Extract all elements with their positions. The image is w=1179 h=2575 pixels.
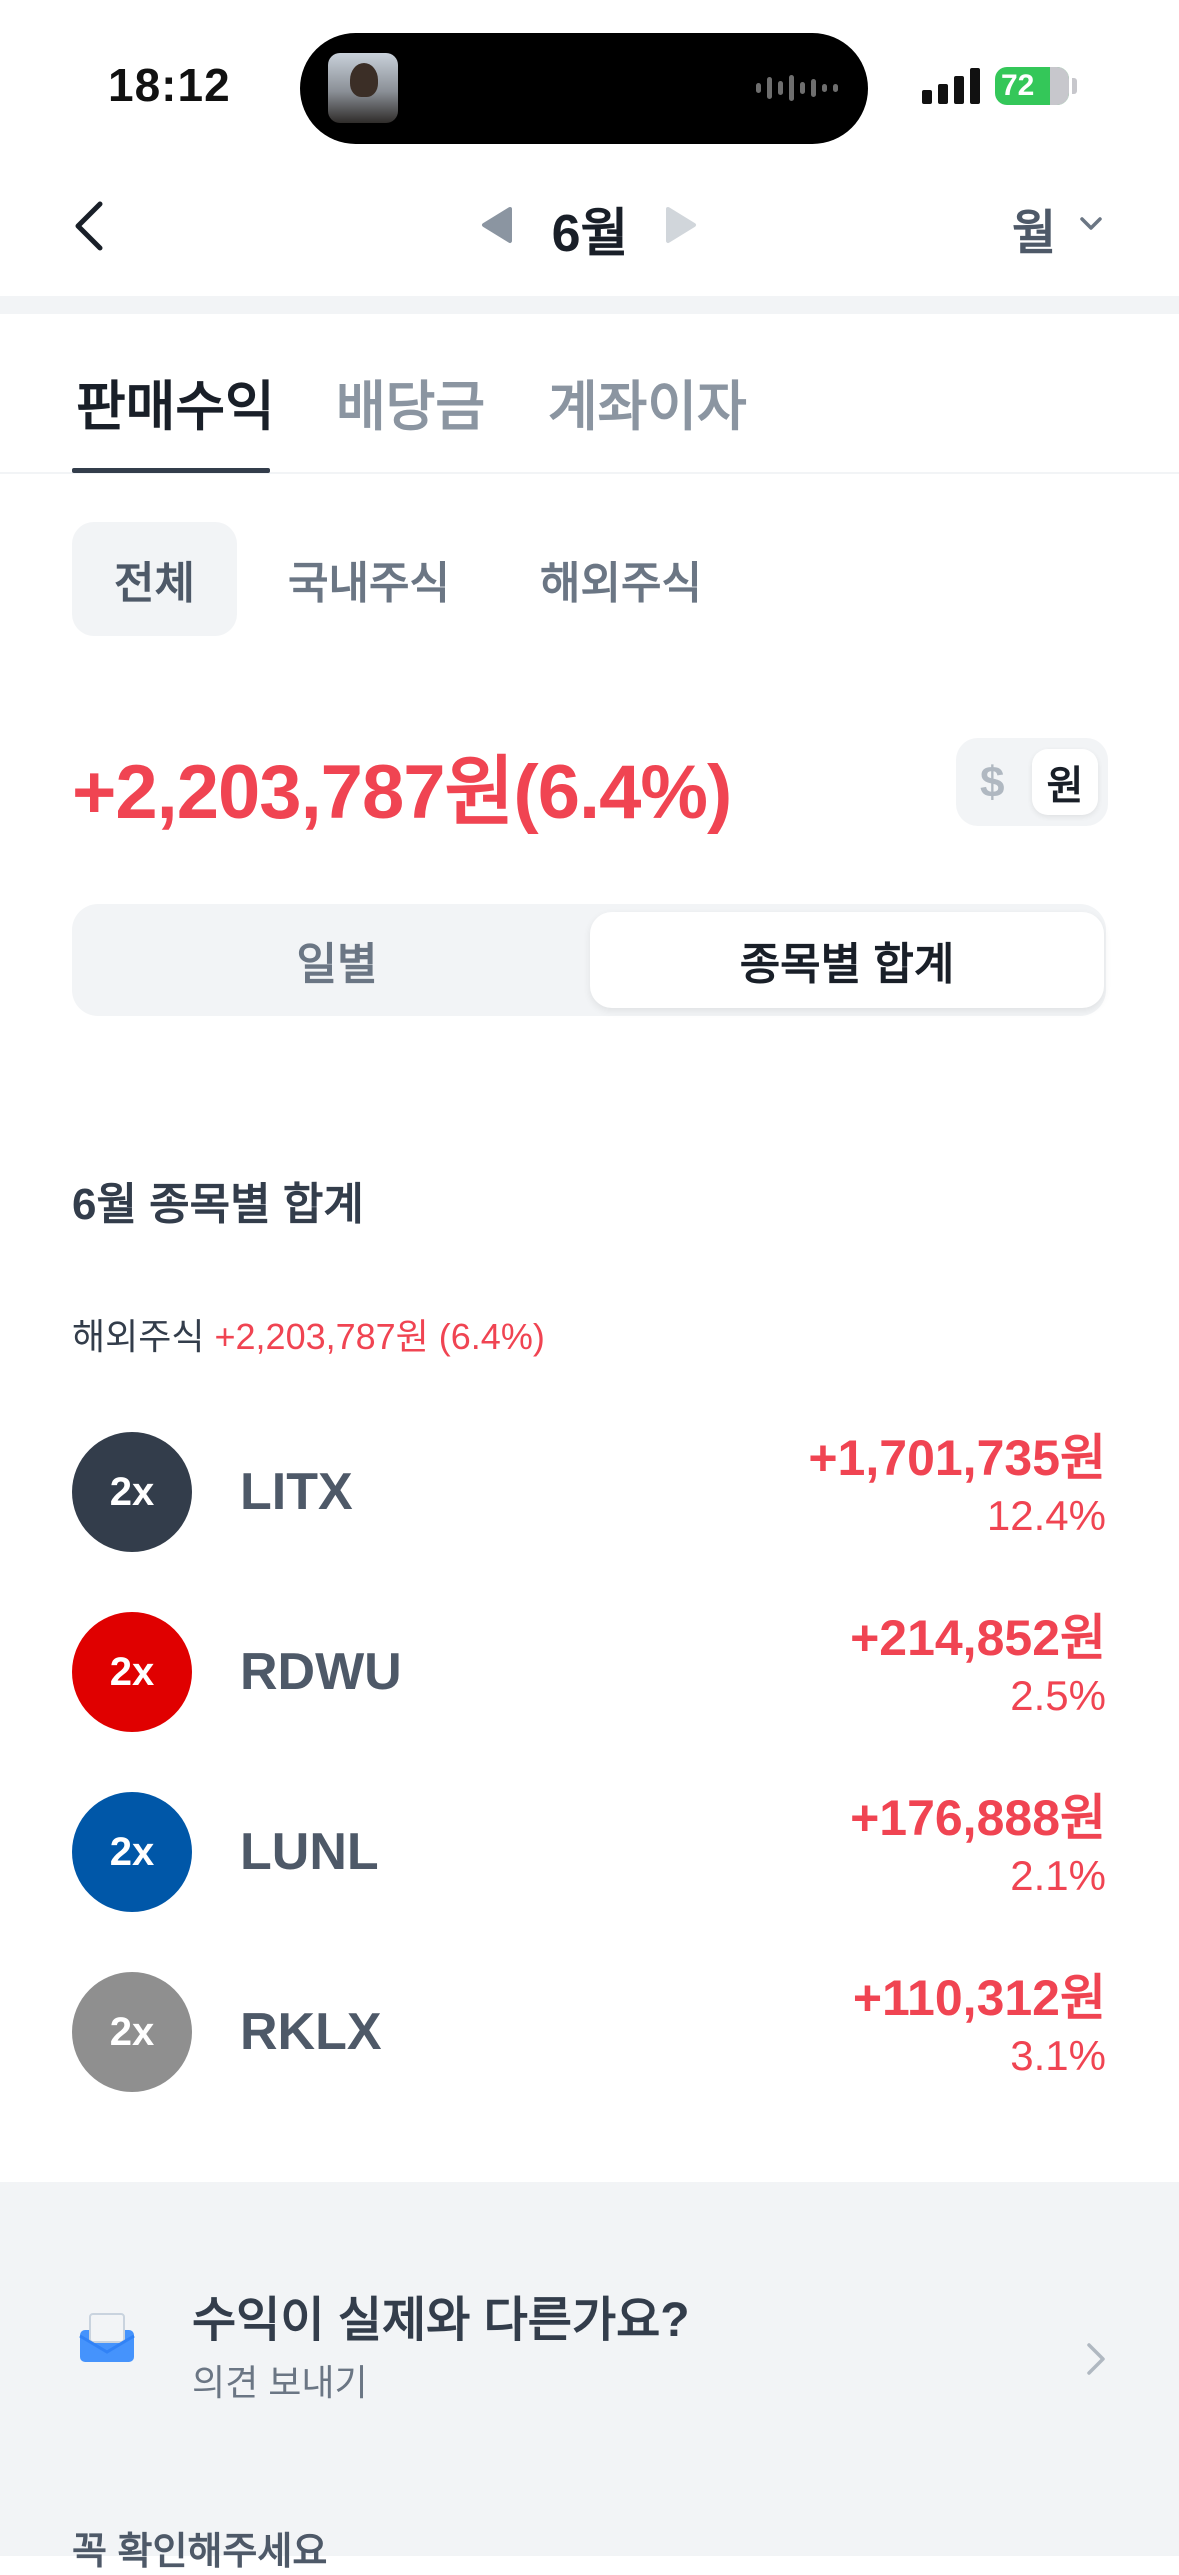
feedback-title: 수익이 실제와 다른가요? bbox=[192, 2294, 690, 2347]
back-button[interactable] bbox=[62, 196, 122, 256]
next-month-button[interactable] bbox=[664, 205, 700, 245]
triangle-left-icon bbox=[482, 207, 512, 243]
stock-profit-percent: 2.5% bbox=[1010, 1672, 1106, 1719]
leverage-badge: 2x bbox=[72, 1792, 192, 1912]
view-toggle: 일별 종목별 합계 bbox=[72, 904, 1106, 1016]
stock-row[interactable]: 2x LITX +1,701,735원 12.4% bbox=[72, 1418, 1106, 1568]
stock-ticker: LUNL bbox=[240, 1823, 379, 1881]
leverage-badge: 2x bbox=[72, 1612, 192, 1732]
now-playing-thumbnail bbox=[328, 53, 398, 123]
chevron-right-icon bbox=[1087, 2343, 1105, 2375]
stock-row[interactable]: 2x RKLX +110,312원 3.1% bbox=[72, 1958, 1106, 2108]
chip-all[interactable]: 전체 bbox=[72, 522, 237, 636]
tab-sales-profit[interactable]: 판매수익 bbox=[76, 362, 275, 441]
previous-month-button[interactable] bbox=[478, 205, 514, 245]
chevron-left-icon bbox=[75, 201, 103, 251]
cellular-signal-icon bbox=[922, 64, 980, 104]
chip-overseas-stocks[interactable]: 해외주식 bbox=[498, 522, 744, 636]
leverage-badge: 2x bbox=[72, 1432, 192, 1552]
by-stock-view-button[interactable]: 종목별 합계 bbox=[590, 912, 1104, 1008]
group-label: 해외주식 bbox=[72, 1316, 205, 1357]
month-title: 6월 bbox=[551, 205, 629, 263]
triangle-right-icon bbox=[666, 207, 696, 243]
stock-row[interactable]: 2x LUNL +176,888원 2.1% bbox=[72, 1778, 1106, 1928]
tab-dividends[interactable]: 배당금 bbox=[336, 362, 485, 441]
stock-profit-amount: +214,852원 bbox=[850, 1610, 1106, 1666]
market-group-summary: 해외주식 +2,203,787원 (6.4%) bbox=[72, 1308, 545, 1360]
currency-krw-option[interactable]: 원 bbox=[1032, 749, 1098, 815]
chip-domestic-stocks[interactable]: 국내주식 bbox=[246, 522, 492, 636]
currency-toggle[interactable]: $ 원 bbox=[956, 738, 1108, 826]
battery-level: 72 bbox=[1001, 69, 1035, 102]
stock-ticker: RDWU bbox=[240, 1643, 402, 1701]
stock-profit-amount: +1,701,735원 bbox=[808, 1430, 1106, 1486]
stock-profit-amount: +176,888원 bbox=[850, 1790, 1106, 1846]
stock-row[interactable]: 2x RDWU +214,852원 2.5% bbox=[72, 1598, 1106, 1748]
stock-profit-amount: +110,312원 bbox=[852, 1970, 1106, 2026]
notice-heading: 꼭 확인해주세요 bbox=[72, 2531, 328, 2573]
status-time: 18:12 bbox=[108, 59, 231, 111]
header-divider bbox=[0, 296, 1179, 314]
stock-profit-percent: 2.1% bbox=[1010, 1852, 1106, 1899]
period-selector[interactable]: 월 bbox=[1012, 193, 1056, 263]
stock-profit-percent: 3.1% bbox=[1010, 2032, 1106, 2079]
active-tab-indicator bbox=[72, 468, 270, 473]
group-value: +2,203,787원 (6.4%) bbox=[214, 1316, 545, 1357]
leverage-badge: 2x bbox=[72, 1972, 192, 2092]
feedback-card[interactable]: 수익이 실제와 다른가요? 의견 보내기 bbox=[0, 2240, 1179, 2403]
stock-ticker: RKLX bbox=[240, 2003, 382, 2061]
chevron-down-icon bbox=[1078, 214, 1104, 234]
stock-profit-percent: 12.4% bbox=[986, 1492, 1106, 1539]
audio-wave-icon bbox=[756, 73, 838, 103]
total-profit: +2,203,787원(6.4%) bbox=[72, 750, 732, 835]
tab-account-interest[interactable]: 계좌이자 bbox=[548, 362, 747, 441]
dynamic-island[interactable] bbox=[300, 33, 868, 144]
mail-icon bbox=[79, 2313, 135, 2362]
battery-empty-portion bbox=[1050, 67, 1069, 105]
stock-ticker: LITX bbox=[240, 1463, 353, 1521]
daily-view-button[interactable]: 일별 bbox=[80, 912, 594, 1008]
send-feedback-link[interactable]: 의견 보내기 bbox=[192, 2354, 368, 2406]
section-title: 6월 종목별 합계 bbox=[72, 1180, 364, 1229]
battery-cap bbox=[1072, 78, 1077, 94]
currency-usd-option[interactable]: $ bbox=[980, 758, 1004, 808]
